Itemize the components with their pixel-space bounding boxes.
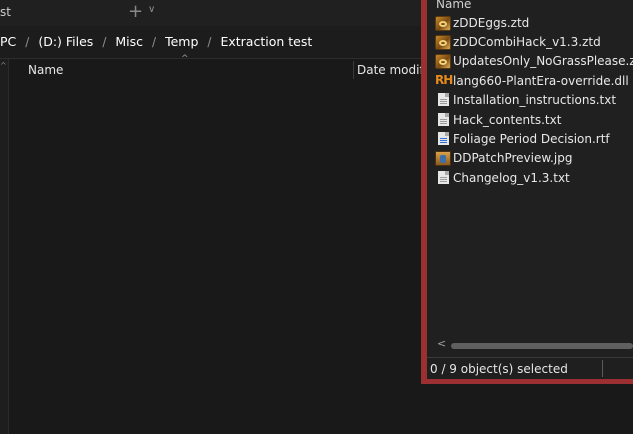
file-name: Installation_instructions.txt: [453, 93, 617, 108]
tab-list-chevron-icon[interactable]: ∨: [148, 4, 155, 15]
scrollbar-thumb[interactable]: [451, 343, 633, 349]
list-item[interactable]: Hack_contents.txt: [435, 110, 633, 129]
horizontal-scrollbar[interactable]: <: [435, 337, 633, 352]
rtf-document-icon: [435, 131, 451, 147]
popup-column-header-name[interactable]: Name: [436, 0, 471, 11]
column-divider[interactable]: [353, 61, 354, 79]
list-item[interactable]: UpdatesOnly_NoGrassPlease.ztd: [435, 52, 633, 71]
rh-dll-icon: RH: [435, 72, 453, 87]
breadcrumb-separator: /: [207, 34, 212, 49]
list-item[interactable]: DDPatchPreview.jpg: [435, 149, 633, 168]
selection-status: 0 / 9 object(s) selected: [430, 362, 568, 376]
tab-title[interactable]: st: [0, 5, 11, 19]
breadcrumb-separator: /: [102, 34, 107, 49]
breadcrumb-item-pc[interactable]: PC: [0, 34, 16, 49]
status-divider: [602, 360, 603, 377]
list-item[interactable]: zDDCombiHack_v1.3.ztd: [435, 32, 633, 51]
file-name: lang660-PlantEra-override.dll: [453, 73, 629, 88]
list-item[interactable]: Changelog_v1.3.txt: [435, 168, 633, 187]
ztd-archive-icon: [435, 54, 451, 70]
breadcrumb-item-extraction-test[interactable]: Extraction test: [220, 34, 312, 49]
breadcrumb-item-temp[interactable]: Temp: [165, 34, 198, 49]
column-header-name[interactable]: Name: [28, 63, 63, 77]
file-name: Hack_contents.txt: [453, 112, 562, 127]
list-item[interactable]: zDDEggs.ztd: [435, 13, 633, 32]
text-document-icon: [438, 112, 449, 126]
list-item[interactable]: Foliage Period Decision.rtf: [435, 129, 633, 148]
text-document-icon: [435, 92, 451, 108]
archive-contents-window: Name zDDEggs.ztd zDDCombiHack_v1.3.ztd U…: [421, 0, 633, 384]
file-name: UpdatesOnly_NoGrassPlease.ztd: [453, 54, 633, 69]
file-name: zDDCombiHack_v1.3.ztd: [453, 35, 601, 50]
breadcrumb-separator: /: [25, 34, 30, 49]
archive-file-list[interactable]: zDDEggs.ztd zDDCombiHack_v1.3.ztd Update…: [435, 13, 633, 188]
text-document-icon: [438, 170, 449, 184]
list-item[interactable]: RH lang660-PlantEra-override.dll: [435, 71, 633, 90]
breadcrumb-item-drive[interactable]: (D:) Files: [38, 34, 93, 49]
navigation-pane[interactable]: ^: [0, 59, 9, 434]
file-name: DDPatchPreview.jpg: [453, 151, 573, 166]
rtf-document-icon: [438, 132, 449, 146]
status-bar: 0 / 9 object(s) selected: [427, 357, 633, 379]
file-name: Foliage Period Decision.rtf: [453, 132, 610, 147]
chevron-up-icon[interactable]: ^: [0, 61, 7, 70]
jpg-image-icon: [435, 151, 451, 167]
file-name: Changelog_v1.3.txt: [453, 170, 570, 185]
new-tab-icon[interactable]: +: [128, 1, 143, 22]
text-document-icon: [435, 112, 451, 128]
ztd-archive-icon: [435, 15, 451, 31]
scroll-left-arrow-icon[interactable]: <: [437, 337, 446, 350]
breadcrumb: PC / (D:) Files / Misc / Temp / Extracti…: [0, 34, 312, 49]
column-header-row: ^ Name Date modified: [9, 54, 442, 81]
text-document-icon: [435, 170, 451, 186]
text-document-icon: [438, 93, 449, 107]
breadcrumb-separator: /: [152, 34, 157, 49]
file-name: zDDEggs.ztd: [453, 15, 530, 30]
breadcrumb-item-misc[interactable]: Misc: [115, 34, 143, 49]
ztd-archive-icon: [435, 35, 451, 51]
list-item[interactable]: Installation_instructions.txt: [435, 91, 633, 110]
sort-caret-icon: ^: [181, 54, 189, 64]
